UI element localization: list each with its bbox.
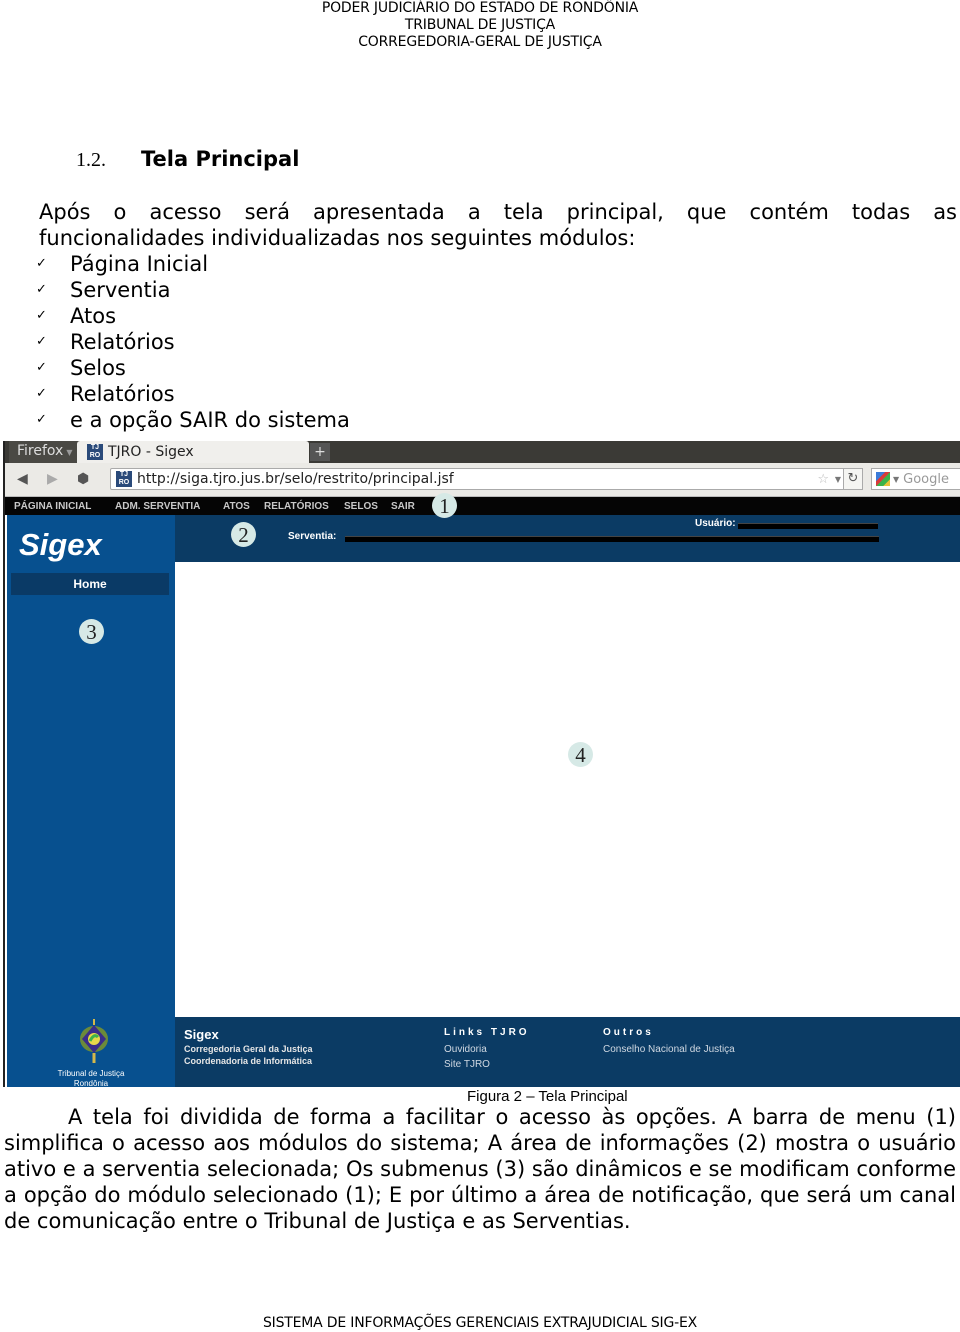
seal-line-1: Tribunal de Justiça [57,1069,125,1078]
checkmark-icon: ✓ [36,334,47,349]
links-heading: Links TJRO [444,1027,530,1038]
notification-area [175,562,960,1017]
seal-area: Tribunal de Justiça Rondônia [7,1017,175,1087]
submenu-item-home[interactable]: Home [11,573,169,595]
checkmark-icon: ✓ [36,412,47,427]
list-item-label: Serventia [70,278,171,302]
checkmark-icon: ✓ [36,256,47,271]
menu-item-selos[interactable]: SELOS [344,497,378,515]
list-item: ✓ Atos [36,303,350,329]
callout-badge-2: 2 [231,522,256,547]
screenshot-figure: Firefox ▼ TJ RO TJRO - Sigex + ◀ ▶ ⬢ TJ R… [3,441,960,1087]
usuario-label: Usuário: [695,518,736,529]
menu-item-pagina-inicial[interactable]: PÁGINA INICIAL [14,497,91,515]
list-item-label: Selos [70,356,126,380]
list-item-label: e a opção SAIR do sistema [70,408,350,432]
browser-tab[interactable]: TJ RO TJRO - Sigex [77,441,309,463]
forward-arrow-icon[interactable]: ▶ [47,471,58,487]
menu-item-atos[interactable]: ATOS [223,497,250,515]
firefox-label: Firefox [17,443,64,459]
document-header: PODER JUDICIÁRIO DO ESTADO DE RONDÔNIA T… [0,0,960,51]
modules-list: ✓ Página Inicial ✓ Serventia ✓ Atos ✓ Relató… [36,251,350,433]
search-placeholder: Google [903,471,949,487]
list-item: ✓ Relatórios [36,381,350,407]
list-item-label: Relatórios [70,382,175,406]
tjro-seal-icon [80,1019,108,1063]
intro-line-1: Após o acesso será apresentada a tela pr… [39,200,957,224]
checkmark-icon: ✓ [36,308,47,323]
dropdown-icon: ▼ [893,474,900,484]
header-line-2: TRIBUNAL DE JUSTIÇA [404,17,556,33]
menu-item-adm-serventia[interactable]: ADM. SERVENTIA [115,497,200,515]
dropdown-icon[interactable]: ▼ [835,475,841,484]
section-heading: 1.2. Tela Principal [76,147,299,172]
menu-item-sair[interactable]: SAIR [391,497,415,515]
url-text: http://siga.tjro.jus.br/selo/restrito/pr… [137,471,454,487]
redacted-serventia [345,536,879,542]
others-heading: Outros [603,1027,654,1038]
caret-down-icon: ▼ [66,448,73,457]
intro-line-2: funcionalidades individualizadas nos seg… [39,226,636,250]
checkmark-icon: ✓ [36,360,47,375]
list-item-label: Relatórios [70,330,175,354]
section-title: Tela Principal [141,147,300,171]
checkmark-icon: ✓ [36,386,47,401]
list-item-label: Página Inicial [70,252,209,276]
browser-nav-bar: ◀ ▶ ⬢ TJ RO http://siga.tjro.jus.br/selo… [5,463,960,497]
list-item: ✓ Página Inicial [36,251,350,277]
callout-badge-1: 1 [432,493,457,518]
intro-paragraph: Após o acesso será apresentada a tela pr… [39,199,957,251]
bookmark-star-icon[interactable]: ☆ [817,472,829,487]
header-line-1: PODER JUDICIÁRIO DO ESTADO DE RONDÔNIA [321,0,639,16]
callout-badge-4: 4 [568,742,593,767]
search-box[interactable]: ▼ Google [871,468,960,490]
redacted-username [738,523,878,529]
callout-badge-3: 3 [79,619,104,644]
sigex-logo[interactable]: Sigex [19,527,102,563]
new-tab-button[interactable]: + [310,443,330,461]
google-icon [876,472,890,486]
document-footer: SISTEMA DE INFORMAÇÕES GERENCIAIS EXTRAJ… [262,1315,697,1331]
list-item-label: Atos [70,304,117,328]
list-item: ✓ e a opção SAIR do sistema [36,407,350,433]
seal-caption: Tribunal de Justiça Rondônia [7,1069,175,1087]
footer-title: Sigex [184,1027,219,1042]
link-site-tjro[interactable]: Site TJRO [444,1059,490,1070]
list-item: ✓ Relatórios [36,329,350,355]
identity-icon[interactable]: ⬢ [77,471,89,487]
tjro-favicon-icon: TJ RO [116,471,132,487]
app-footer: Tribunal de Justiça Rondônia Sigex Corre… [7,1017,960,1087]
menu-item-relatorios[interactable]: RELATÓRIOS [264,497,329,515]
seal-line-2: Rondônia [73,1079,109,1087]
link-ouvidoria[interactable]: Ouvidoria [444,1044,487,1055]
tjro-favicon-icon: TJ RO [87,444,103,460]
url-bar[interactable]: TJ RO http://siga.tjro.jus.br/selo/restr… [110,468,860,490]
info-area: Usuário: Serventia: [175,515,960,562]
section-number: 1.2. [76,149,106,171]
back-arrow-icon[interactable]: ◀ [17,471,28,487]
browser-tab-bar: Firefox ▼ TJ RO TJRO - Sigex + [5,441,960,463]
sidebar: Sigex Home [7,515,175,1017]
tab-title: TJRO - Sigex [108,444,194,460]
link-cnj[interactable]: Conselho Nacional de Justiça [603,1044,735,1055]
figure-caption: Figura 2 – Tela Principal [467,1088,628,1105]
app-menu-bar: PÁGINA INICIAL ADM. SERVENTIA ATOS RELAT… [5,497,960,515]
checkmark-icon: ✓ [36,282,47,297]
header-line-3: CORREGEDORIA-GERAL DE JUSTIÇA [358,34,602,50]
reload-icon[interactable]: ↻ [843,468,863,490]
footer-subtitle-1: Corregedoria Geral da Justiça [184,1044,313,1054]
body-paragraph: A tela foi dividida de forma a facilitar… [4,1105,956,1233]
footer-subtitle-2: Coordenadoria de Informática [184,1056,313,1066]
firefox-menu-button[interactable]: Firefox ▼ [9,441,81,463]
serventia-label: Serventia: [288,531,337,542]
list-item: ✓ Serventia [36,277,350,303]
list-item: ✓ Selos [36,355,350,381]
